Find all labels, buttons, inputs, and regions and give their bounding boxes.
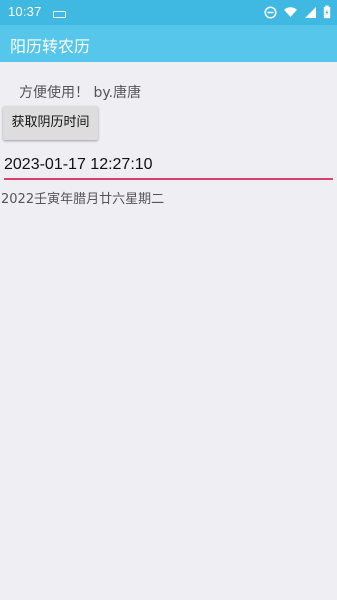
- status-time: 10:37: [8, 4, 42, 19]
- get-lunar-time-button[interactable]: 获取阴历时间: [3, 106, 98, 140]
- signal-icon: [305, 6, 316, 18]
- status-icons: [264, 5, 331, 19]
- app-bar: 阳历转农历: [0, 25, 337, 62]
- status-bar: 10:37: [0, 0, 337, 25]
- wifi-icon: [284, 7, 297, 17]
- app-title: 阳历转农历: [10, 37, 91, 56]
- notification-icon: [53, 11, 66, 18]
- lunar-result-text: 2022壬寅年腊月廿六星期二: [1, 192, 165, 207]
- date-input[interactable]: [4, 152, 333, 180]
- do-not-disturb-icon: [264, 5, 277, 19]
- battery-icon: [323, 5, 331, 19]
- author-text: 方便使用！ by.唐唐: [19, 85, 142, 101]
